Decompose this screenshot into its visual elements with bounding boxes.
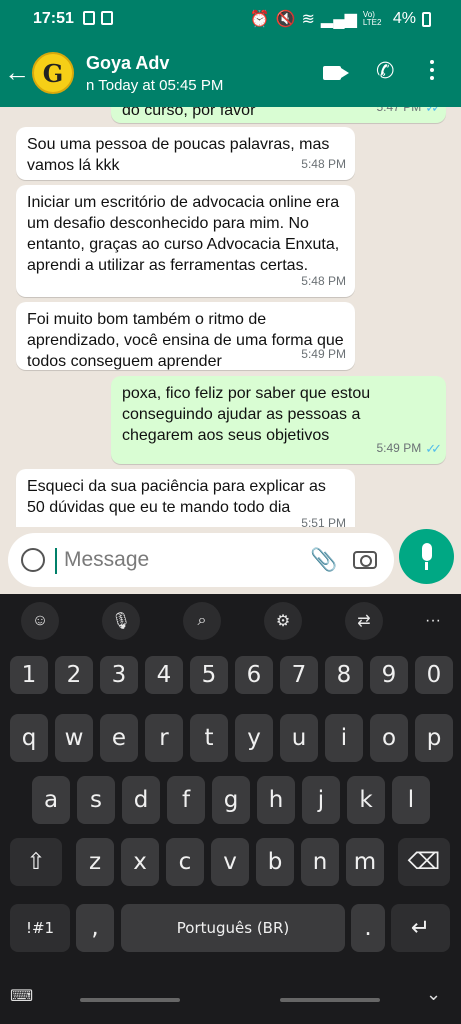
text-cursor <box>55 548 57 574</box>
key-a[interactable]: a <box>32 776 70 824</box>
key-q[interactable]: q <box>10 714 48 762</box>
settings-icon[interactable]: ⚙ <box>264 602 302 640</box>
hide-keyboard-icon[interactable]: ⌄ <box>426 984 441 1005</box>
key-6[interactable]: 6 <box>235 656 273 694</box>
key-p[interactable]: p <box>415 714 453 762</box>
key-1[interactable]: 1 <box>10 656 48 694</box>
key-c[interactable]: c <box>166 838 204 886</box>
key-3[interactable]: 3 <box>100 656 138 694</box>
key-d[interactable]: d <box>122 776 160 824</box>
battery-percent: 4% <box>392 10 416 27</box>
key-j[interactable]: j <box>302 776 340 824</box>
key-5[interactable]: 5 <box>190 656 228 694</box>
more-icon[interactable]: ··· <box>414 602 452 640</box>
key-8[interactable]: 8 <box>325 656 363 694</box>
contact-avatar[interactable]: G <box>32 52 74 94</box>
message-time: 5:49 PM <box>376 441 422 455</box>
key-x[interactable]: x <box>121 838 159 886</box>
key-z[interactable]: z <box>76 838 114 886</box>
key-m[interactable]: m <box>346 838 384 886</box>
attach-icon[interactable]: 📎 <box>310 547 337 573</box>
key-o[interactable]: o <box>370 714 408 762</box>
keyboard-toolbar: ☺ 🎙 ⌕ ⚙ ⇄ ··· <box>0 594 461 644</box>
translate-icon[interactable]: ⇄ <box>345 602 383 640</box>
key-f[interactable]: f <box>167 776 205 824</box>
navigation-bar: ⌨ ⌄ <box>0 978 461 1024</box>
symbols-key[interactable]: !#1 <box>10 904 70 952</box>
read-receipt-icon: ✓✓ <box>425 441 442 456</box>
key-g[interactable]: g <box>212 776 250 824</box>
home-handle[interactable] <box>280 998 380 1002</box>
message-composer[interactable]: Message 📎 <box>8 533 394 587</box>
message-bubble[interactable]: Foi muito bom também o ritmo de aprendiz… <box>16 302 355 370</box>
status-bar: 17:51 ⏰ 🔇 ≋ ▂▄▆ Vo) LTE2 4% <box>0 0 461 38</box>
key-r[interactable]: r <box>145 714 183 762</box>
video-call-icon[interactable] <box>323 66 349 80</box>
key-2[interactable]: 2 <box>55 656 93 694</box>
message-bubble[interactable]: Iniciar um escritório de advocacia onlin… <box>16 185 355 297</box>
network-type-label: Vo) LTE2 <box>362 10 382 27</box>
message-bubble[interactable]: poxa, fico feliz por saber que estou con… <box>111 376 446 464</box>
gallery-icon <box>83 11 95 25</box>
emoji-icon[interactable]: ☺ <box>21 602 59 640</box>
key-t[interactable]: t <box>190 714 228 762</box>
key-s[interactable]: s <box>77 776 115 824</box>
microphone-icon[interactable]: 🎙 <box>102 602 140 640</box>
keyboard-switch-icon[interactable]: ⌨ <box>10 986 33 1006</box>
message-time: 5:48 PM <box>301 274 346 288</box>
contact-name[interactable]: Goya Adv <box>86 53 169 74</box>
shift-key[interactable]: ⇧ <box>10 838 62 886</box>
battery-icon <box>422 11 431 27</box>
key-e[interactable]: e <box>100 714 138 762</box>
keyboard: ☺ 🎙 ⌕ ⚙ ⇄ ··· 1234567890 qwertyuiop asdf… <box>0 594 461 1024</box>
key-b[interactable]: b <box>256 838 294 886</box>
key-y[interactable]: y <box>235 714 273 762</box>
alarm-icon: ⏰ <box>249 11 270 28</box>
status-time: 17:51 <box>33 10 74 27</box>
microphone-icon <box>422 543 432 561</box>
key-w[interactable]: w <box>55 714 93 762</box>
key-n[interactable]: n <box>301 838 339 886</box>
key-k[interactable]: k <box>347 776 385 824</box>
message-bubble[interactable]: Sou uma pessoa de poucas palavras, mas v… <box>16 127 355 180</box>
period-key[interactable]: . <box>351 904 385 952</box>
key-i[interactable]: i <box>325 714 363 762</box>
key-h[interactable]: h <box>257 776 295 824</box>
message-time: 5:47 PM <box>376 107 422 114</box>
comma-key[interactable]: , <box>76 904 114 952</box>
message-time: 5:51 PM <box>301 516 346 527</box>
space-key[interactable]: Português (BR) <box>121 904 345 952</box>
key-7[interactable]: 7 <box>280 656 318 694</box>
message-input[interactable]: Message <box>64 548 149 572</box>
camera-icon[interactable] <box>353 551 377 569</box>
voice-record-button[interactable] <box>399 529 454 584</box>
message-bubble[interactable]: Esqueci da sua paciência para explicar a… <box>16 469 355 527</box>
key-9[interactable]: 9 <box>370 656 408 694</box>
key-v[interactable]: v <box>211 838 249 886</box>
more-options-icon[interactable] <box>428 60 436 84</box>
wifi-icon: ≋ <box>301 11 315 28</box>
key-4[interactable]: 4 <box>145 656 183 694</box>
message-bubble[interactable]: do curso, por favor 5:47 PM ✓✓ <box>111 107 446 123</box>
back-arrow-icon[interactable]: ← <box>4 59 30 85</box>
message-time: 5:48 PM <box>301 157 346 171</box>
message-time: 5:49 PM <box>301 347 346 361</box>
backspace-key[interactable]: ⌫ <box>398 838 450 886</box>
voice-call-icon[interactable]: ✆ <box>376 58 394 84</box>
key-l[interactable]: l <box>392 776 430 824</box>
search-icon[interactable]: ⌕ <box>183 602 221 640</box>
chat-area: do curso, por favor 5:47 PM ✓✓ Sou uma pe… <box>0 107 461 527</box>
last-seen: n Today at 05:45 PM <box>86 77 224 94</box>
emoji-icon[interactable] <box>21 548 45 572</box>
key-u[interactable]: u <box>280 714 318 762</box>
key-0[interactable]: 0 <box>415 656 453 694</box>
signal-icon: ▂▄▆ <box>320 11 357 28</box>
enter-key[interactable]: ↵ <box>391 904 450 952</box>
read-receipt-icon: ✓✓ <box>425 107 442 115</box>
app-header: 17:51 ⏰ 🔇 ≋ ▂▄▆ Vo) LTE2 4% ← G Goya Adv… <box>0 0 461 107</box>
alert-icon <box>101 11 113 25</box>
home-handle[interactable] <box>80 998 180 1002</box>
mute-icon: 🔇 <box>275 11 296 28</box>
